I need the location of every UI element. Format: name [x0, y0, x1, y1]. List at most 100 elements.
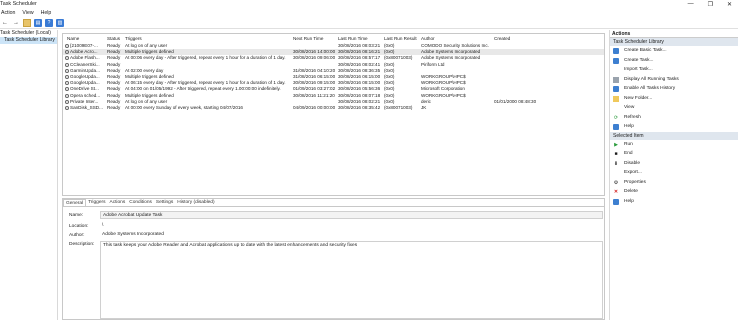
cell-name: Adobe Acro... [70, 49, 98, 55]
cell-next-run: 30/08/2016 09:06:00 [293, 55, 336, 61]
action-delete[interactable]: ✕ Delete [610, 187, 738, 197]
back-icon[interactable]: ← [1, 19, 9, 27]
column-header-last-result[interactable]: Last Run Result [384, 36, 422, 42]
action-run[interactable]: ▶ Run [610, 140, 738, 150]
end-icon: ■ [614, 151, 618, 157]
menu-action[interactable]: Action [1, 9, 15, 17]
action-view[interactable]: View [610, 103, 738, 113]
cell-author: COMODO Security Solutions Inc. [421, 43, 489, 48]
table-row[interactable]: GarminUpda... Ready At 02:00 every day 31/0… [63, 68, 604, 74]
tree-item-task-scheduler-library[interactable]: Task Scheduler Library [0, 37, 57, 44]
cell-next-run [293, 99, 337, 105]
cell-status: Ready [107, 61, 121, 67]
cell-author: JK [421, 105, 427, 110]
maximize-button[interactable]: ❐ [708, 1, 713, 8]
help-icon [613, 198, 619, 205]
name-field[interactable]: Adobe Acrobat Update Task [100, 211, 603, 219]
action-create-basic-task[interactable]: Create Basic Task... [610, 46, 738, 56]
cell-next-run: 30/08/2016 09:15:00 [293, 80, 336, 86]
action-label: Create Basic Task... [624, 48, 667, 53]
cell-last-result: (0x0) [384, 67, 395, 73]
minimize-button[interactable]: — [688, 1, 694, 8]
cell-last-run: 30/08/2016 08:02:41 [338, 61, 381, 67]
menu-help[interactable]: Help [41, 9, 52, 17]
tree-item-label: Task Scheduler Library [4, 37, 55, 43]
action-label: Display All Running Tasks [624, 76, 679, 82]
action-label: Export... [624, 170, 642, 175]
forward-icon[interactable]: → [12, 19, 20, 27]
cell-author: WORKGROUP\HPC$ [421, 74, 466, 79]
cell-status: Ready [107, 43, 121, 48]
action-enable-all-tasks-history[interactable]: Enable All Tasks History [610, 84, 738, 94]
action-new-folder[interactable]: New Folder... [610, 94, 738, 104]
table-row[interactable]: Adobe Acro... Ready Multiple triggers defi… [63, 49, 604, 56]
cell-name: Private Inter... [70, 98, 99, 104]
tab-general[interactable]: General [63, 199, 87, 206]
tab-conditions[interactable]: Conditions [127, 199, 154, 206]
cell-created [494, 74, 539, 80]
column-header-last-run[interactable]: Last Run Time [338, 36, 382, 42]
tree-item-task-scheduler-local[interactable]: Task Scheduler (Local) [0, 30, 57, 37]
action-import-task[interactable]: Import Task... [610, 65, 738, 75]
view-icon [613, 105, 619, 111]
window-title: Task Scheduler [0, 1, 37, 7]
tab-actions[interactable]: Actions [108, 199, 128, 206]
table-row[interactable]: OneDrive St... Ready At 04:00 on 01/05/199… [63, 86, 604, 92]
folder-up-icon[interactable] [23, 18, 31, 27]
cell-triggers: At log on of any user [125, 98, 168, 104]
cell-next-run: 01/09/2016 03:27:02 [293, 86, 336, 92]
action-disable[interactable]: ⬇ Disable [610, 159, 738, 169]
action-label: Refresh [624, 114, 641, 120]
action-display-all-running-tasks[interactable]: Display All Running Tasks [610, 75, 738, 85]
action-help[interactable]: Help [610, 122, 738, 132]
column-header-created[interactable]: Created [494, 36, 534, 42]
column-header-author[interactable]: Author [421, 36, 491, 42]
show-hide-action-pane-icon[interactable]: ▥ [56, 18, 64, 27]
cell-next-run: 30/08/2016 11:21:20 [293, 92, 335, 98]
cell-author: Adobe Systems Incorporated [421, 49, 481, 55]
cell-last-run: 30/08/2016 08:36:35 [338, 67, 381, 73]
task-details: General Triggers Actions Conditions Sett… [62, 198, 605, 320]
run-icon: ▶ [614, 141, 618, 148]
cell-next-run: 30/08/2016 14:00:00 [293, 49, 336, 55]
column-header-next-run[interactable]: Next Run Time [293, 36, 337, 42]
tab-triggers[interactable]: Triggers [86, 199, 107, 206]
cell-last-result: (0x0) [384, 74, 395, 79]
actions-section-library[interactable]: Task Scheduler Library [610, 38, 738, 46]
table-row[interactable]: GoogleUpda... Ready Multiple triggers defi… [63, 74, 604, 80]
column-header-status[interactable]: Status [107, 36, 123, 42]
table-row[interactable]: CCleanerSki... Ready 30/08/2016 08:02:41 (0… [63, 62, 604, 68]
action-refresh[interactable]: ⟳ Refresh [610, 113, 738, 123]
action-properties[interactable]: ⚙ Properties [610, 178, 738, 188]
action-end[interactable]: ■ End [610, 149, 738, 159]
cell-triggers: Multiple triggers defined [125, 74, 174, 79]
table-row[interactable]: Opera sched... Ready Multiple triggers def… [63, 93, 604, 99]
action-help[interactable]: Help [610, 197, 738, 207]
help-icon[interactable]: ? [45, 18, 53, 27]
menu-view[interactable]: View [22, 9, 33, 17]
cell-next-run [293, 43, 337, 49]
table-row[interactable]: SanDisk_SSD... Ready At 00:00 every Sunday… [63, 105, 604, 111]
column-header-triggers[interactable]: Triggers [125, 36, 290, 42]
table-row[interactable]: GoogleUpda... Ready At 06:15 every day - A… [63, 80, 604, 86]
column-header-name[interactable]: Name [67, 36, 105, 42]
cell-created [494, 43, 539, 49]
cell-status: Ready [107, 49, 121, 55]
show-hide-tree-icon[interactable]: ▤ [34, 18, 42, 27]
author-value: Adobe Systems Incorporated [102, 232, 164, 237]
table-row[interactable]: {21009E07-... Ready At log on of any user 3… [63, 43, 604, 49]
table-row[interactable]: Private Inter... Ready At log on of any us… [63, 99, 604, 105]
author-label: Author: [69, 233, 85, 238]
cell-name: GoogleUpda... [70, 80, 100, 86]
cell-triggers: At log on of any user [125, 43, 168, 48]
cell-status: Ready [107, 80, 121, 86]
tab-history[interactable]: History (disabled) [175, 199, 216, 206]
properties-icon: ⚙ [613, 179, 619, 186]
actions-section-selected-item[interactable]: Selected Item [610, 131, 738, 140]
description-field[interactable]: This task keeps your Adobe Reader and Ac… [100, 241, 603, 319]
tab-settings[interactable]: Settings [154, 199, 175, 206]
table-row[interactable]: Adobe Flash... Ready At 00:06 every day - … [63, 55, 604, 61]
action-create-task[interactable]: Create Task... [610, 56, 738, 66]
close-button[interactable]: ✕ [727, 1, 732, 8]
action-export[interactable]: Export... [610, 168, 738, 178]
